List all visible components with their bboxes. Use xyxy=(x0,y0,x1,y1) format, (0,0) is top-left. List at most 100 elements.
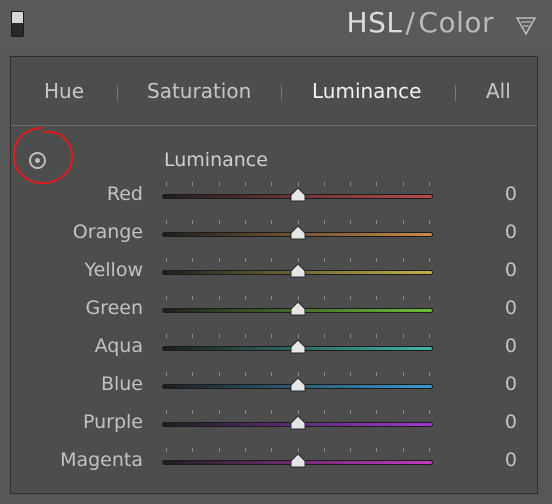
slider-thumb[interactable] xyxy=(290,302,306,316)
slider-tick xyxy=(350,220,352,224)
tab-all[interactable]: All xyxy=(486,79,511,103)
slider-thumb[interactable] xyxy=(290,416,306,430)
slider-tick xyxy=(297,296,299,300)
slider-tick xyxy=(244,220,246,224)
slider-tick xyxy=(297,258,299,262)
slider-tick xyxy=(429,296,430,300)
slider-row-yellow: Yellow 0 xyxy=(11,257,537,291)
slider-tick xyxy=(350,372,352,376)
slider-tick xyxy=(271,258,273,262)
slider-tick xyxy=(218,182,220,186)
slider-tick xyxy=(429,372,430,376)
slider-tick xyxy=(350,410,352,414)
slider-tick xyxy=(244,296,246,300)
slider-tick xyxy=(297,410,299,414)
collapse-triangle-icon[interactable] xyxy=(516,16,536,36)
tab-saturation[interactable]: Saturation xyxy=(147,79,251,103)
slider-tick xyxy=(376,372,378,376)
slider-tick xyxy=(350,448,352,452)
slider-tick xyxy=(297,448,299,452)
slider-tick xyxy=(192,372,194,376)
slider-tick xyxy=(271,220,273,224)
slider-tick xyxy=(402,448,404,452)
slider-tick xyxy=(297,372,299,376)
tab-hue[interactable]: Hue xyxy=(44,79,84,103)
slider-row-aqua: Aqua 0 xyxy=(11,333,537,367)
slider-tick xyxy=(429,182,430,186)
slider-tick xyxy=(166,258,167,262)
slider-thumb[interactable] xyxy=(290,378,306,392)
slider-tick xyxy=(402,372,404,376)
slider-tick xyxy=(218,334,220,338)
slider-tick xyxy=(376,410,378,414)
slider-row-green: Green 0 xyxy=(11,295,537,329)
slider-tick xyxy=(402,182,404,186)
slider-tick xyxy=(429,258,430,262)
title-separator: / xyxy=(405,6,416,39)
slider-tick xyxy=(323,258,325,262)
slider-thumb[interactable] xyxy=(290,454,306,468)
slider-tick xyxy=(271,372,273,376)
slider-label: Magenta xyxy=(60,449,143,471)
slider-tick xyxy=(429,410,430,414)
slider-thumb[interactable] xyxy=(290,340,306,354)
slider-tick xyxy=(323,334,325,338)
slider-value[interactable]: 0 xyxy=(505,221,517,243)
tab-luminance[interactable]: Luminance xyxy=(312,79,421,103)
slider-tick xyxy=(166,182,167,186)
slider-thumb[interactable] xyxy=(290,188,306,202)
tab-divider xyxy=(455,85,456,101)
slider-tick xyxy=(376,448,378,452)
slider-tick xyxy=(192,410,194,414)
slider-label: Purple xyxy=(82,411,143,433)
slider-value[interactable]: 0 xyxy=(505,373,517,395)
slider-tick xyxy=(297,182,299,186)
slider-tick xyxy=(323,372,325,376)
slider-tick xyxy=(244,334,246,338)
slider-tick xyxy=(218,448,220,452)
slider-row-red: Red 0 xyxy=(11,181,537,215)
slider-tick xyxy=(244,448,246,452)
slider-tick xyxy=(323,220,325,224)
tab-divider xyxy=(281,85,282,101)
slider-value[interactable]: 0 xyxy=(505,449,517,471)
slider-row-blue: Blue 0 xyxy=(11,371,537,405)
slider-thumb[interactable] xyxy=(290,226,306,240)
slider-tick xyxy=(244,410,246,414)
slider-tick xyxy=(244,182,246,186)
slider-tick xyxy=(192,220,194,224)
slider-tick xyxy=(350,334,352,338)
slider-tick xyxy=(166,220,167,224)
slider-tick xyxy=(192,182,194,186)
slider-value[interactable]: 0 xyxy=(505,183,517,205)
panel-toggle-icon[interactable] xyxy=(11,11,24,37)
slider-value[interactable]: 0 xyxy=(505,335,517,357)
slider-tick xyxy=(350,296,352,300)
slider-tick xyxy=(218,296,220,300)
panel-header: HSL / Color xyxy=(0,0,552,48)
slider-value[interactable]: 0 xyxy=(505,297,517,319)
targeted-adjustment-icon[interactable] xyxy=(29,152,46,169)
slider-row-magenta: Magenta 0 xyxy=(11,447,537,481)
panel-title[interactable]: HSL / Color xyxy=(347,6,494,39)
slider-tick xyxy=(218,372,220,376)
slider-tick xyxy=(192,296,194,300)
slider-value[interactable]: 0 xyxy=(505,411,517,433)
hsl-panel: Hue Saturation Luminance All Luminance R… xyxy=(10,56,538,494)
slider-tick xyxy=(402,410,404,414)
slider-tick xyxy=(429,448,430,452)
tab-divider xyxy=(117,85,118,101)
slider-tick xyxy=(271,296,273,300)
slider-tick xyxy=(218,258,220,262)
slider-tick xyxy=(244,258,246,262)
slider-tick xyxy=(429,220,430,224)
slider-tick xyxy=(376,258,378,262)
slider-tick xyxy=(323,296,325,300)
slider-tick xyxy=(271,448,273,452)
slider-tick xyxy=(297,334,299,338)
title-main: HSL xyxy=(346,6,403,39)
slider-value[interactable]: 0 xyxy=(505,259,517,281)
slider-thumb[interactable] xyxy=(290,264,306,278)
slider-tick xyxy=(192,258,194,262)
tab-bar: Hue Saturation Luminance All xyxy=(11,57,537,126)
